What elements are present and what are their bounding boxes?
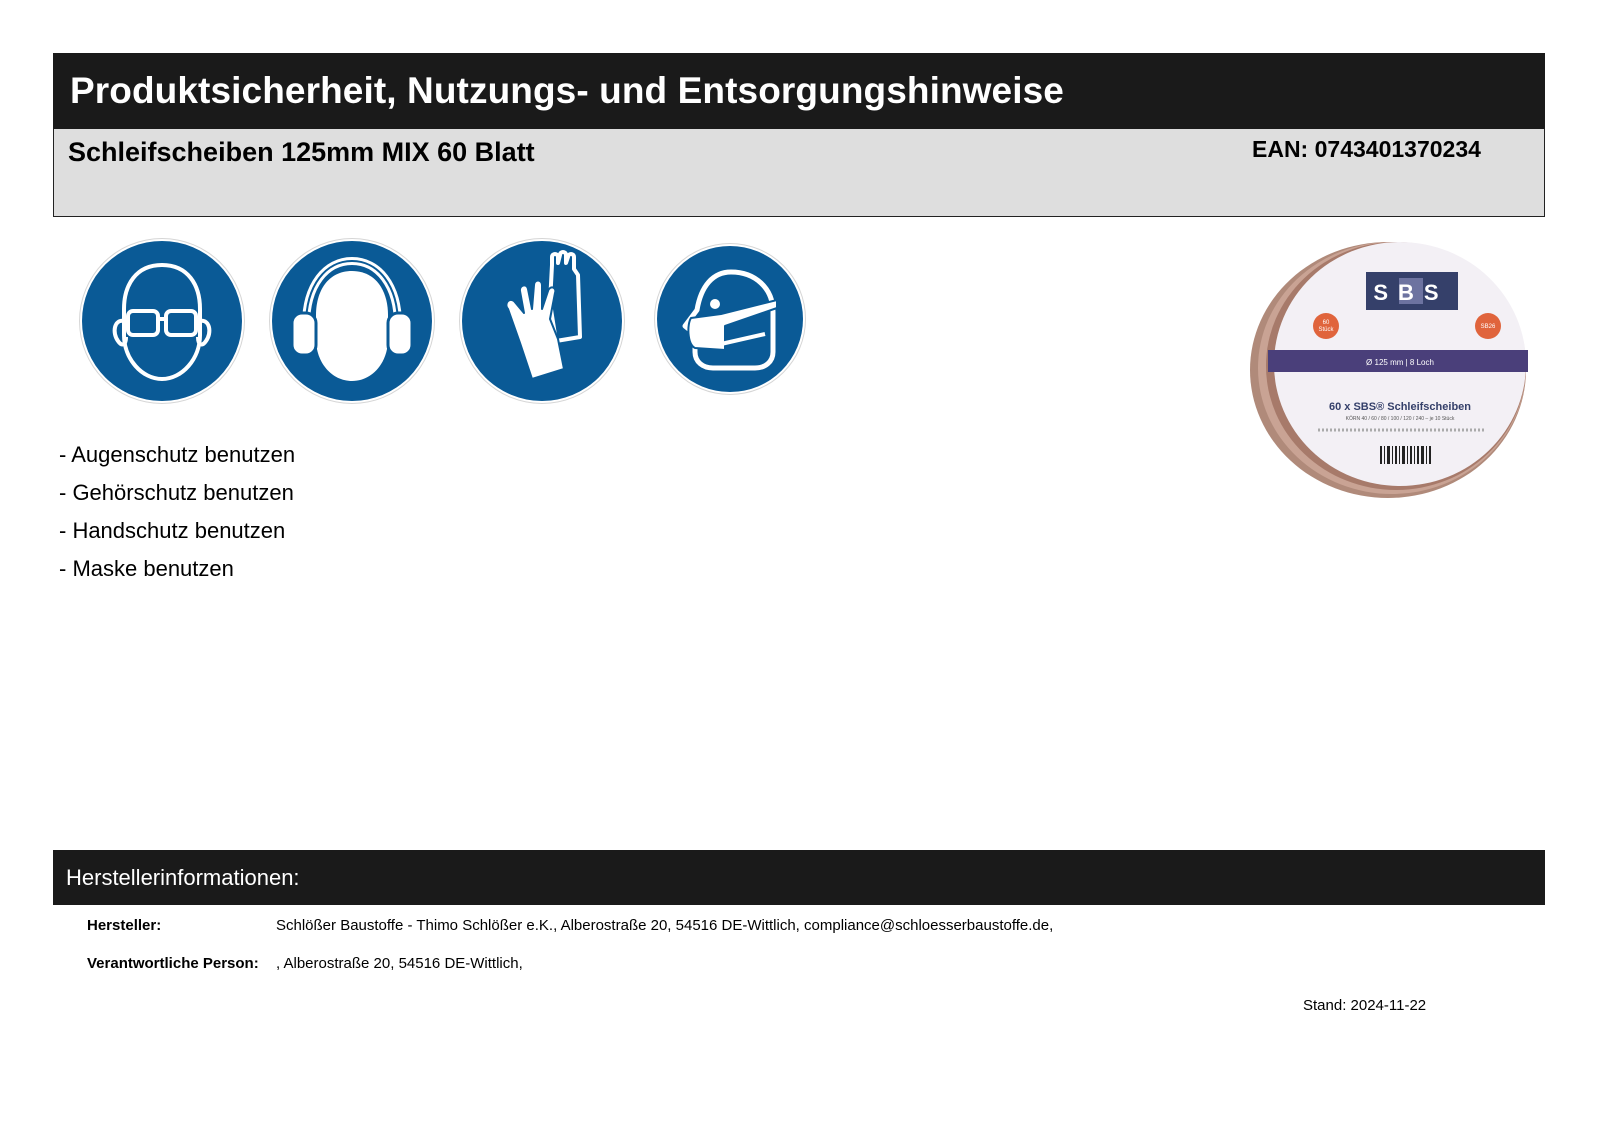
manufacturer-heading: Herstellerinformationen: xyxy=(66,864,300,890)
manufacturer-value: Schlößer Baustoffe - Thimo Schlößer e.K.… xyxy=(276,917,1054,934)
product-caption: 60 x SBS® Schleifscheiben xyxy=(1329,401,1471,413)
document-title: Produktsicherheit, Nutzungs- und Entsorg… xyxy=(70,70,1064,111)
instruction-hand-protection: - Handschutz benutzen xyxy=(59,518,286,543)
instruction-ear-protection: - Gehörschutz benutzen xyxy=(59,480,294,505)
instruction-eye-protection: - Augenschutz benutzen xyxy=(59,442,296,467)
instruction-mask: - Maske benutzen xyxy=(59,556,234,581)
ear-protection-icon xyxy=(270,239,434,403)
brand-logo: SBS xyxy=(1373,280,1448,305)
eye-protection-icon xyxy=(80,239,244,403)
manufacturer-heading-bar: Herstellerinformationen: xyxy=(53,850,1545,905)
document-title-bar: Produktsicherheit, Nutzungs- und Entsorg… xyxy=(53,53,1545,129)
document-date: Stand: 2024-11-22 xyxy=(1303,997,1427,1014)
badge-count: 60 xyxy=(1323,320,1330,326)
product-name: Schleifscheiben 125mm MIX 60 Blatt xyxy=(68,137,535,167)
product-caption-sub: KÖRN 40 / 60 / 80 / 100 / 120 / 240 – je… xyxy=(1346,415,1455,422)
responsible-person-value: , Alberostraße 20, 54516 DE-Wittlich, xyxy=(276,955,523,972)
safety-instructions-list: - Augenschutz benutzen - Gehörschutz ben… xyxy=(59,436,295,588)
responsible-person-label: Verantwortliche Person: xyxy=(87,955,259,972)
badge-code: SB26 xyxy=(1481,324,1496,330)
hand-protection-icon xyxy=(460,239,624,403)
manufacturer-label: Hersteller: xyxy=(87,917,162,934)
ean-code: EAN: 0743401370234 xyxy=(1252,136,1481,162)
product-image: Ø 125 mm | 8 Loch SBS 60 Stück SB26 60 x… xyxy=(1248,232,1538,512)
mask-icon xyxy=(655,244,805,394)
product-info-bar: Schleifscheiben 125mm MIX 60 Blatt EAN: … xyxy=(53,129,1545,217)
badge-unit: Stück xyxy=(1318,327,1334,333)
product-band-text: Ø 125 mm | 8 Loch xyxy=(1366,358,1434,367)
